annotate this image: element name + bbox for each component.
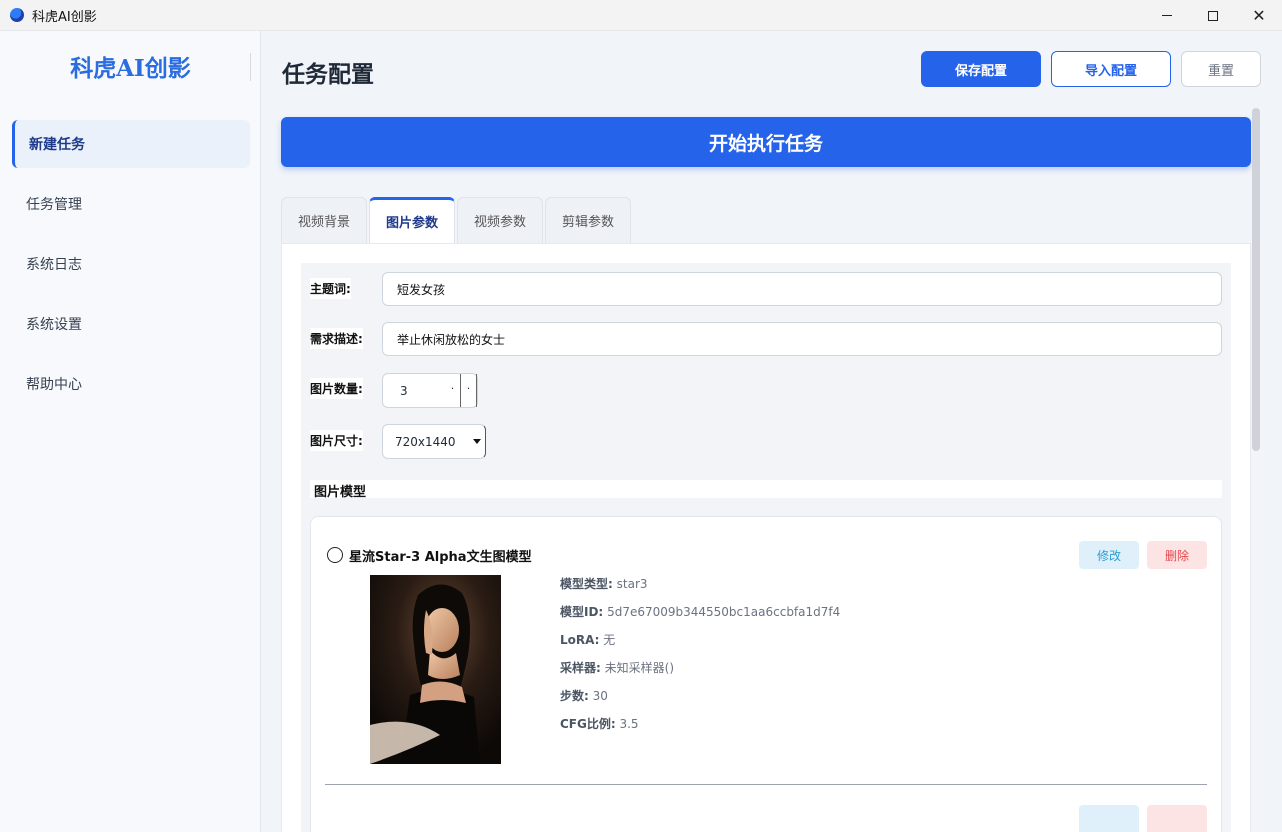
reset-button[interactable]: 重置: [1181, 51, 1261, 87]
sidebar-nav: 新建任务 任务管理 系统日志 系统设置 帮助中心: [12, 120, 250, 420]
description-label: 需求描述:: [310, 328, 363, 349]
tab-video-params[interactable]: 视频参数: [457, 197, 544, 243]
window-title: 科虎AI创影: [32, 9, 97, 25]
portrait-photo: [370, 575, 501, 764]
field-value: 无: [603, 633, 616, 647]
stepper-down-button[interactable]: ·: [445, 374, 461, 407]
scrollbar-thumb[interactable]: [1252, 108, 1260, 451]
model-divider: [325, 784, 1207, 785]
field-key: 采样器:: [560, 661, 601, 675]
field-value: 5d7e67009b344550bc1aa6ccbfa1d7f4: [607, 605, 841, 619]
model-preview-image: [370, 575, 501, 764]
tab-video-background[interactable]: 视频背景: [281, 197, 368, 243]
delete-model-button-next[interactable]: [1147, 805, 1207, 832]
close-button[interactable]: ✕: [1236, 0, 1282, 31]
description-input-value: 举止休闲放松的女士: [397, 332, 506, 347]
import-config-button[interactable]: 导入配置: [1051, 51, 1171, 87]
close-icon: ✕: [1252, 6, 1266, 25]
image-size-select[interactable]: 720x1440: [382, 424, 486, 459]
sidebar-item-system-log[interactable]: 系统日志: [12, 240, 250, 288]
image-count-value: 3: [400, 384, 408, 398]
steps-field: 步数: 30: [560, 687, 608, 704]
lora-field: LoRA: 无: [560, 631, 615, 648]
sidebar-item-help-center[interactable]: 帮助中心: [12, 360, 250, 408]
minimize-icon: [1162, 15, 1172, 16]
topic-input[interactable]: 短发女孩: [382, 272, 1222, 306]
app-logo-icon: [10, 8, 24, 22]
topic-label: 主题词:: [310, 278, 351, 299]
sidebar-item-system-settings[interactable]: 系统设置: [12, 300, 250, 348]
model-type-field: 模型类型: star3: [560, 575, 648, 592]
config-tabs: 视频背景 图片参数 视频参数 剪辑参数: [281, 197, 633, 243]
maximize-icon: [1208, 10, 1218, 21]
sidebar-item-label: 任务管理: [26, 197, 82, 213]
field-key: 模型ID:: [560, 605, 604, 619]
tab-edit-params[interactable]: 剪辑参数: [545, 197, 632, 243]
field-key: 步数:: [560, 689, 589, 703]
minimize-button[interactable]: [1144, 0, 1190, 31]
edit-model-button-next[interactable]: [1079, 805, 1139, 832]
field-value: star3: [616, 577, 648, 591]
field-key: CFG比例:: [560, 717, 616, 731]
save-config-button[interactable]: 保存配置: [921, 51, 1041, 87]
field-key: 模型类型:: [560, 577, 613, 591]
field-value: 3.5: [619, 717, 639, 731]
edit-model-button[interactable]: 修改: [1079, 541, 1139, 569]
image-count-stepper[interactable]: 3 · ·: [382, 373, 478, 408]
model-name: 星流Star-3 Alpha文生图模型: [349, 550, 532, 565]
delete-model-button[interactable]: 删除: [1147, 541, 1207, 569]
sidebar-item-label: 系统日志: [26, 257, 82, 273]
field-key: LoRA:: [560, 633, 600, 647]
cfg-field: CFG比例: 3.5: [560, 715, 639, 732]
chevron-down-icon: [473, 439, 481, 444]
image-models-title: 图片模型: [314, 485, 367, 500]
sidebar: 科虎AI创影 新建任务 任务管理 系统日志 系统设置 帮助中心: [0, 31, 261, 832]
model-radio[interactable]: [327, 547, 343, 563]
sidebar-item-task-management[interactable]: 任务管理: [12, 180, 250, 228]
field-value: 未知采样器(): [604, 661, 675, 675]
page-title: 任务配置: [282, 61, 374, 88]
tab-image-params[interactable]: 图片参数: [369, 197, 456, 243]
topic-input-value: 短发女孩: [397, 282, 446, 297]
image-size-value: 720x1440: [395, 435, 456, 449]
image-count-label: 图片数量:: [310, 378, 363, 399]
image-size-label: 图片尺寸:: [310, 430, 363, 451]
maximize-button[interactable]: [1190, 0, 1236, 31]
description-input[interactable]: 举止休闲放松的女士: [382, 322, 1222, 356]
sidebar-item-label: 系统设置: [26, 317, 82, 333]
model-id-field: 模型ID: 5d7e67009b344550bc1aa6ccbfa1d7f4: [560, 603, 840, 620]
window-titlebar: 科虎AI创影 ✕: [0, 0, 1282, 31]
sidebar-item-label: 帮助中心: [26, 377, 82, 393]
section-header-bar: [310, 480, 1222, 498]
sampler-field: 采样器: 未知采样器(): [560, 659, 674, 676]
brand-divider: [250, 53, 251, 81]
brand-logo: 科虎AI创影: [70, 55, 191, 82]
sidebar-item-new-task[interactable]: 新建任务: [12, 120, 250, 168]
stepper-up-button[interactable]: ·: [461, 374, 477, 407]
window-controls: ✕: [1144, 0, 1282, 31]
field-value: 30: [592, 689, 608, 703]
start-task-button[interactable]: 开始执行任务: [281, 117, 1251, 167]
sidebar-item-label: 新建任务: [29, 137, 85, 153]
